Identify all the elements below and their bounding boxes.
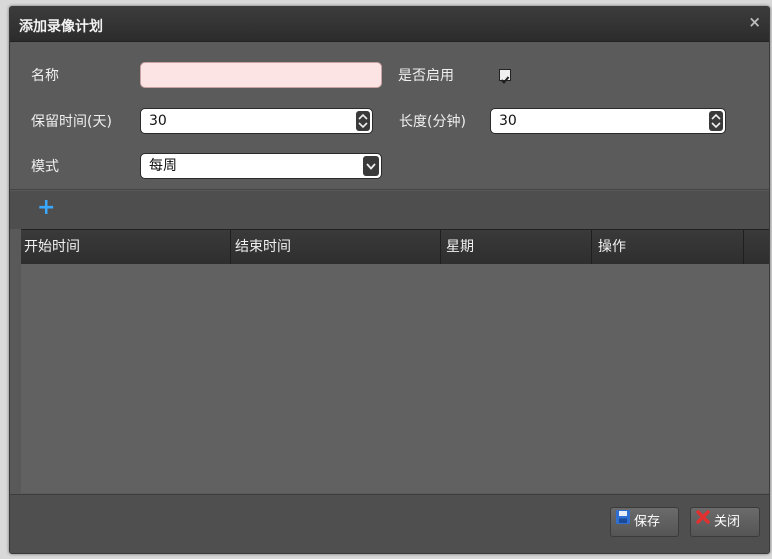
length-value: 30 xyxy=(499,113,517,129)
length-stepper[interactable]: 30 xyxy=(490,108,726,134)
dialog-footer: 保存 关闭 xyxy=(10,494,769,553)
add-record-plan-dialog: 添加录像计划 × 名称 是否启用 保留时间(天) 30 长度(分钟) 30 模式… xyxy=(9,6,770,554)
mode-select[interactable]: 每周 xyxy=(140,153,382,179)
column-header-end-time[interactable]: 结束时间 xyxy=(231,230,441,264)
retention-stepper[interactable]: 30 xyxy=(140,108,373,134)
close-button[interactable]: 关闭 xyxy=(690,507,760,537)
retention-label: 保留时间(天) xyxy=(31,114,112,130)
enabled-checkbox[interactable] xyxy=(499,69,511,84)
floppy-disk-icon xyxy=(615,508,631,536)
chevron-down-icon[interactable] xyxy=(363,156,379,176)
column-header-weekday[interactable]: 星期 xyxy=(441,230,592,264)
retention-value: 30 xyxy=(149,113,167,129)
plus-icon[interactable]: + xyxy=(37,197,55,219)
name-input[interactable] xyxy=(140,62,382,88)
save-button[interactable]: 保存 xyxy=(610,507,679,537)
column-header-start-time[interactable]: 开始时间 xyxy=(21,230,231,264)
table-toolbar: + xyxy=(10,191,769,229)
column-header-actions[interactable]: 操作 xyxy=(592,230,744,264)
length-label: 长度(分钟) xyxy=(399,114,466,130)
mode-label: 模式 xyxy=(31,159,59,175)
dialog-titlebar[interactable]: 添加录像计划 × xyxy=(10,7,769,42)
name-label: 名称 xyxy=(31,68,59,84)
close-label: 关闭 xyxy=(714,514,741,530)
mode-value: 每周 xyxy=(149,158,177,174)
spinner-arrows-icon[interactable] xyxy=(356,111,370,131)
schedule-table-header: 开始时间 结束时间 星期 操作 xyxy=(21,229,769,265)
checkmark-icon xyxy=(500,76,510,84)
schedule-table-body xyxy=(21,264,769,493)
plan-form: 名称 是否启用 保留时间(天) 30 长度(分钟) 30 模式 每周 xyxy=(10,42,769,190)
enabled-label: 是否启用 xyxy=(398,68,454,84)
dialog-title: 添加录像计划 xyxy=(19,19,103,35)
save-label: 保存 xyxy=(634,514,661,530)
spinner-arrows-icon[interactable] xyxy=(709,111,723,131)
close-icon[interactable]: × xyxy=(748,15,761,30)
red-x-icon xyxy=(695,508,711,536)
